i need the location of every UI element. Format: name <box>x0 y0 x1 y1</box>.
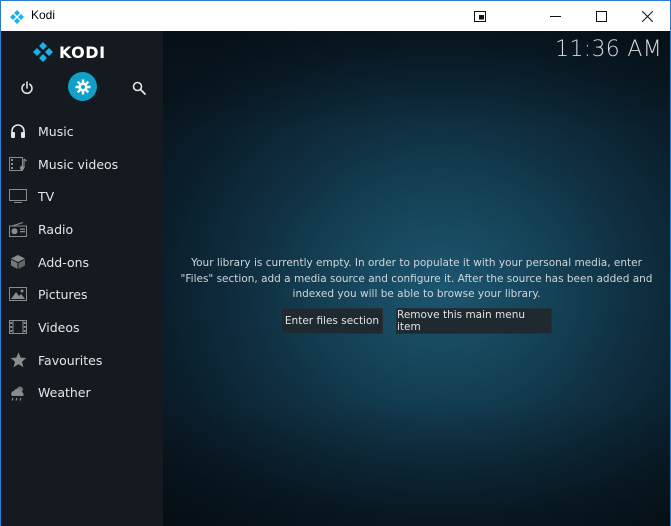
menu-item-label: Pictures <box>38 287 88 303</box>
weather-cloud-icon <box>9 384 27 402</box>
window-title: Kodi <box>31 8 56 22</box>
empty-library-message: Your library is currently empty. In orde… <box>163 256 670 303</box>
star-icon <box>9 351 27 369</box>
enter-files-section-button[interactable]: Enter files section <box>281 308 383 334</box>
music-video-icon <box>9 155 27 173</box>
minimize-icon[interactable] <box>532 1 578 31</box>
pictures-icon <box>9 285 27 303</box>
message-line: "Files" section, add a media source and … <box>180 272 653 285</box>
clock: 11:36 AM <box>555 37 662 62</box>
tv-icon <box>9 187 27 205</box>
menu-item-label: Weather <box>38 385 91 401</box>
menu-item-label: Radio <box>38 221 74 237</box>
menu-item-music-videos[interactable]: Music videos <box>1 148 163 181</box>
menu-item-tv[interactable]: TV <box>1 180 163 213</box>
kodi-window: Kodi KODI Music Music videos TV Radio Ad… <box>0 0 671 526</box>
main-content: 11:36 AM Your library is currently empty… <box>163 31 670 526</box>
sidebar: KODI Music Music videos TV Radio Add-ons… <box>1 31 163 526</box>
settings-gear-icon[interactable] <box>68 72 97 101</box>
menu-item-radio[interactable]: Radio <box>1 213 163 246</box>
action-buttons: Enter files section Remove this main men… <box>163 308 670 334</box>
addons-box-icon <box>9 253 27 271</box>
menu-item-favourites[interactable]: Favourites <box>1 344 163 377</box>
headphones-icon <box>9 122 27 140</box>
menu-item-music[interactable]: Music <box>1 115 163 148</box>
menu-item-label: Add-ons <box>38 254 90 270</box>
maximize-icon[interactable] <box>578 1 624 31</box>
search-icon[interactable] <box>127 76 151 100</box>
menu-item-weather[interactable]: Weather <box>1 377 163 410</box>
menu-item-label: Music videos <box>38 156 119 172</box>
title-bar[interactable]: Kodi <box>1 1 670 31</box>
menu-item-label: TV <box>38 189 55 205</box>
kodi-client-area: KODI Music Music videos TV Radio Add-ons… <box>1 31 670 526</box>
kodi-logo: KODI <box>33 42 106 62</box>
menu-item-pictures[interactable]: Pictures <box>1 278 163 311</box>
message-line: indexed you will be able to browse your … <box>292 288 541 300</box>
kodi-app-icon <box>10 9 24 24</box>
picture-in-picture-icon[interactable] <box>457 1 503 31</box>
top-icon-bar <box>1 71 163 101</box>
film-icon <box>9 318 27 336</box>
message-line: Your library is currently empty. In orde… <box>191 257 642 269</box>
menu-item-label: Music <box>38 123 74 139</box>
close-icon[interactable] <box>624 1 670 31</box>
radio-icon <box>9 220 27 238</box>
menu-item-videos[interactable]: Videos <box>1 311 163 344</box>
menu-item-label: Videos <box>38 319 80 335</box>
menu-item-add-ons[interactable]: Add-ons <box>1 246 163 279</box>
main-menu: Music Music videos TV Radio Add-ons Pict… <box>1 115 163 409</box>
menu-item-label: Favourites <box>38 352 103 368</box>
remove-main-menu-item-button[interactable]: Remove this main menu item <box>396 308 552 334</box>
kodi-logo-icon <box>33 42 53 62</box>
power-icon[interactable] <box>15 76 39 100</box>
logo-text: KODI <box>59 42 106 62</box>
